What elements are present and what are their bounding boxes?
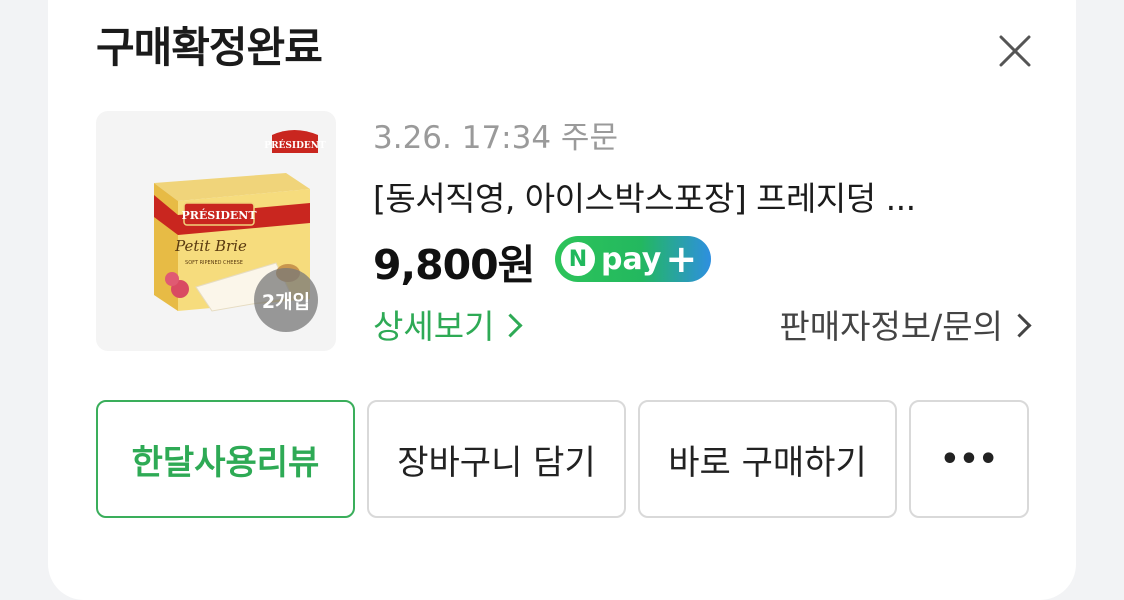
monthly-review-button[interactable]: 한달사용리뷰 bbox=[96, 400, 355, 518]
npay-plus-icon: + bbox=[665, 237, 698, 281]
thumbnail-subtitle: SOFT RIPENED CHEESE bbox=[185, 260, 243, 266]
seller-info-label: 판매자정보/문의 bbox=[779, 307, 1003, 346]
more-options-button[interactable]: ••• bbox=[909, 400, 1029, 518]
add-to-cart-button[interactable]: 장바구니 담기 bbox=[367, 400, 626, 518]
product-price: 9,800원 bbox=[373, 241, 535, 289]
npay-plus-badge: N pay + bbox=[555, 236, 711, 282]
order-date: 3.26. 17:34 주문 bbox=[373, 120, 618, 156]
detail-link-label: 상세보기 bbox=[373, 307, 495, 346]
chevron-right-icon bbox=[498, 313, 523, 338]
chevron-right-icon bbox=[1007, 313, 1032, 338]
page-title: 구매확정완료 bbox=[96, 23, 323, 72]
close-icon[interactable] bbox=[994, 30, 1036, 72]
detail-link[interactable]: 상세보기 bbox=[373, 300, 523, 348]
seller-info-link[interactable]: 판매자정보/문의 bbox=[779, 300, 1032, 348]
quantity-badge: 2개입 bbox=[254, 268, 318, 332]
npay-n-icon: N bbox=[561, 242, 595, 276]
thumbnail-product: Petit Brie bbox=[174, 237, 247, 255]
npay-label: pay bbox=[601, 241, 662, 277]
product-name[interactable]: [동서직영, 아이스박스포장] 프레지덩 ... bbox=[373, 172, 1013, 220]
buy-now-button[interactable]: 바로 구매하기 bbox=[638, 400, 897, 518]
thumbnail-brand-mark: PRÉSIDENT bbox=[264, 139, 326, 151]
thumbnail-brand: PRÉSIDENT bbox=[181, 208, 257, 222]
